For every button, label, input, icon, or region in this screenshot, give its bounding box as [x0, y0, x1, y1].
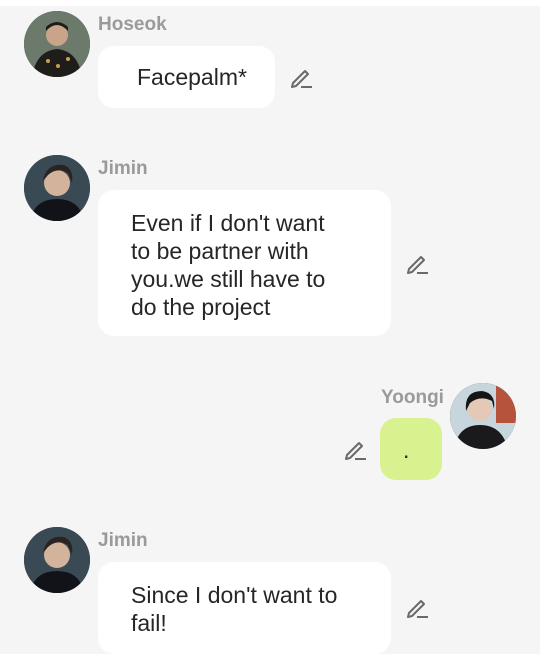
message-bubble[interactable]: Since I don't want to fail!: [98, 562, 391, 654]
pencil-edit-icon[interactable]: [342, 436, 368, 462]
message-text: .: [403, 437, 410, 463]
message-text: Since I don't want to fail!: [131, 582, 338, 636]
sender-name: Hoseok: [98, 14, 167, 35]
message-text: Even if I don't want to be partner with …: [131, 210, 326, 320]
yoongi-avatar[interactable]: [450, 383, 516, 449]
pencil-edit-icon[interactable]: [404, 250, 430, 276]
sender-name: Yoongi: [381, 387, 444, 408]
top-bar: [0, 0, 540, 6]
sender-name: Jimin: [98, 530, 148, 551]
jimin-avatar[interactable]: [24, 527, 90, 593]
pencil-edit-icon[interactable]: [288, 64, 314, 90]
sender-name: Jimin: [98, 158, 148, 179]
pencil-edit-icon[interactable]: [404, 594, 430, 620]
hoseok-avatar[interactable]: [24, 11, 90, 77]
message-bubble[interactable]: Facepalm*: [98, 46, 275, 108]
message-bubble[interactable]: Even if I don't want to be partner with …: [98, 190, 391, 336]
message-bubble[interactable]: .: [380, 418, 442, 480]
jimin-avatar[interactable]: [24, 155, 90, 221]
message-text: Facepalm*: [137, 64, 247, 90]
